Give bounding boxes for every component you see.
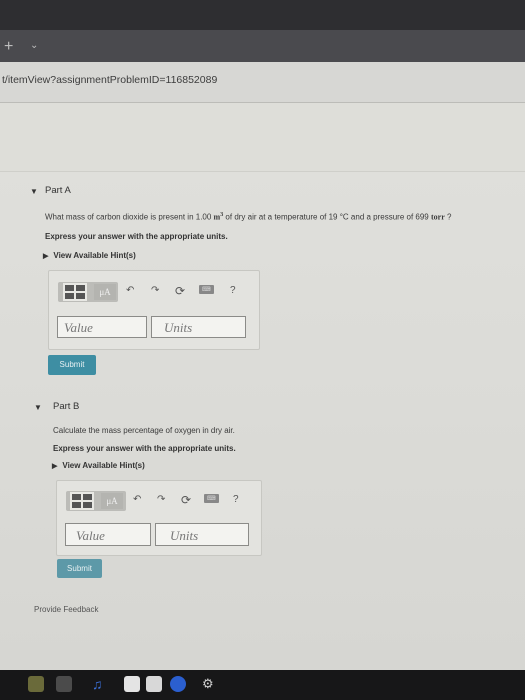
units-mu-icon[interactable]: μA: [94, 284, 116, 300]
provide-feedback-link[interactable]: Provide Feedback: [34, 605, 98, 614]
url-text[interactable]: t/itemView?assignmentProblemID=116852089: [2, 74, 217, 86]
undo-icon[interactable]: ↶: [133, 494, 141, 505]
part-a-hint-link[interactable]: ▶ View Available Hint(s): [43, 251, 136, 260]
part-b-question: Calculate the mass percentage of oxygen …: [53, 426, 235, 435]
undo-icon[interactable]: ↶: [126, 285, 134, 296]
chevron-down-icon[interactable]: ⌄: [30, 40, 38, 51]
part-b-value-input[interactable]: Value: [65, 523, 151, 546]
part-a-submit-button[interactable]: Submit: [48, 355, 96, 375]
browser-icon[interactable]: [170, 676, 186, 692]
mail-icon[interactable]: [124, 676, 140, 692]
help-icon[interactable]: ?: [233, 494, 239, 505]
part-b-title[interactable]: Part B: [53, 401, 79, 412]
templates-icon[interactable]: [63, 283, 87, 301]
keyboard-icon[interactable]: ⌨: [204, 494, 219, 503]
reset-icon[interactable]: ⟳: [175, 284, 185, 298]
messages-icon[interactable]: [146, 676, 162, 692]
gear-icon[interactable]: ⚙: [202, 676, 218, 692]
dock: [0, 670, 525, 700]
page-content: [0, 103, 525, 670]
collapse-part-a-icon[interactable]: ▼: [30, 187, 38, 196]
app-icon[interactable]: [28, 676, 44, 692]
part-b-hint-link[interactable]: ▶ View Available Hint(s): [52, 461, 145, 470]
calendar-icon[interactable]: [56, 676, 72, 692]
part-b-instruction: Express your answer with the appropriate…: [53, 444, 236, 453]
part-b-submit-button[interactable]: Submit: [57, 559, 102, 578]
part-b-units-input[interactable]: Units: [155, 523, 249, 546]
part-a-instruction: Express your answer with the appropriate…: [45, 232, 228, 241]
page-header-strip: [0, 103, 525, 172]
part-a-question: What mass of carbon dioxide is present i…: [45, 212, 452, 222]
triangle-right-icon: ▶: [52, 463, 58, 470]
tab-bar: [0, 30, 525, 62]
keyboard-icon[interactable]: ⌨: [199, 285, 214, 294]
collapse-part-b-icon[interactable]: ▼: [34, 403, 42, 412]
part-a-value-input[interactable]: Value: [57, 316, 147, 338]
music-icon[interactable]: ♫: [92, 676, 108, 692]
redo-icon[interactable]: ↷: [151, 285, 159, 296]
part-a-title[interactable]: Part A: [45, 185, 71, 196]
templates-icon[interactable]: [70, 492, 94, 510]
redo-icon[interactable]: ↷: [157, 494, 165, 505]
units-mu-icon[interactable]: μA: [101, 493, 123, 509]
plus-icon[interactable]: +: [4, 38, 13, 56]
reset-icon[interactable]: ⟳: [181, 493, 191, 507]
help-icon[interactable]: ?: [230, 285, 236, 296]
part-a-units-input[interactable]: Units: [151, 316, 246, 338]
triangle-right-icon: ▶: [43, 253, 49, 260]
